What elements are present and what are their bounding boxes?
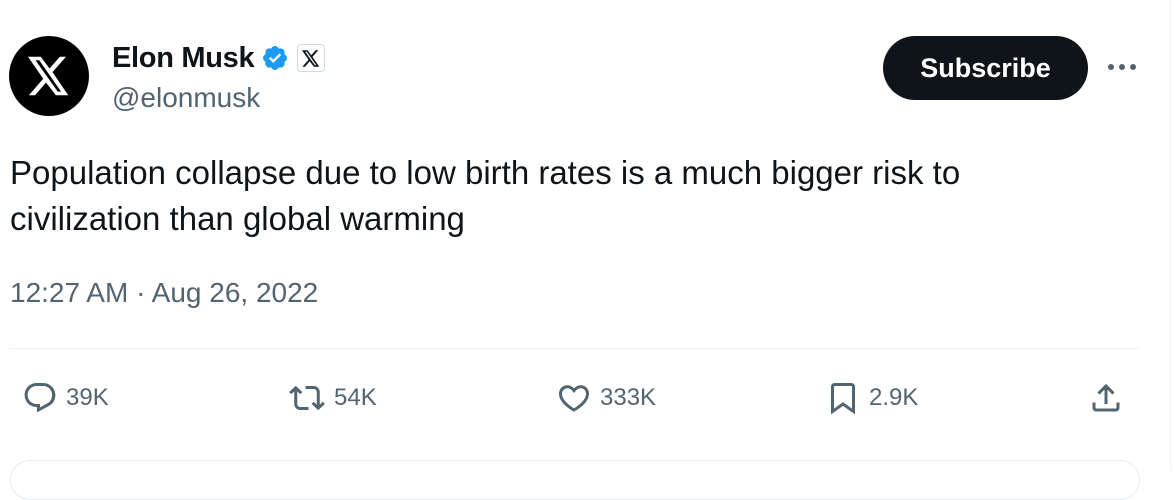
repost-icon — [288, 380, 326, 416]
x-affiliate-badge-icon[interactable] — [297, 44, 326, 72]
tweet-text: Population collapse due to low birth rat… — [10, 154, 961, 237]
tweet-timestamp[interactable]: 12:27 AM · Aug 26, 2022 — [10, 277, 318, 309]
heart-icon — [556, 380, 592, 416]
more-dots-icon[interactable] — [1104, 54, 1140, 80]
panel-edge — [1170, 0, 1171, 470]
repost-count: 54K — [334, 384, 377, 411]
name-row: Elon Musk — [112, 40, 326, 76]
like-count: 333K — [600, 384, 657, 411]
repost-button[interactable]: 54K — [288, 376, 377, 420]
bookmark-icon — [825, 380, 861, 416]
author-block: Elon Musk @elonmusk — [112, 40, 326, 114]
x-logo-icon — [28, 56, 69, 96]
divider — [10, 348, 1140, 349]
share-button[interactable] — [1088, 376, 1124, 420]
display-name[interactable]: Elon Musk — [112, 42, 255, 75]
bookmark-count: 2.9K — [869, 384, 919, 411]
avatar[interactable] — [9, 36, 89, 116]
verified-badge-icon[interactable] — [261, 44, 289, 72]
bookmark-button[interactable]: 2.9K — [825, 376, 918, 420]
reply-button[interactable]: 39K — [22, 376, 109, 420]
reply-count: 39K — [66, 384, 109, 411]
share-icon — [1088, 380, 1124, 416]
handle[interactable]: @elonmusk — [112, 82, 325, 114]
reply-icon — [22, 380, 58, 416]
like-button[interactable]: 333K — [556, 376, 656, 420]
reply-composer-box[interactable] — [10, 460, 1140, 500]
subscribe-button[interactable]: Subscribe — [883, 36, 1088, 100]
